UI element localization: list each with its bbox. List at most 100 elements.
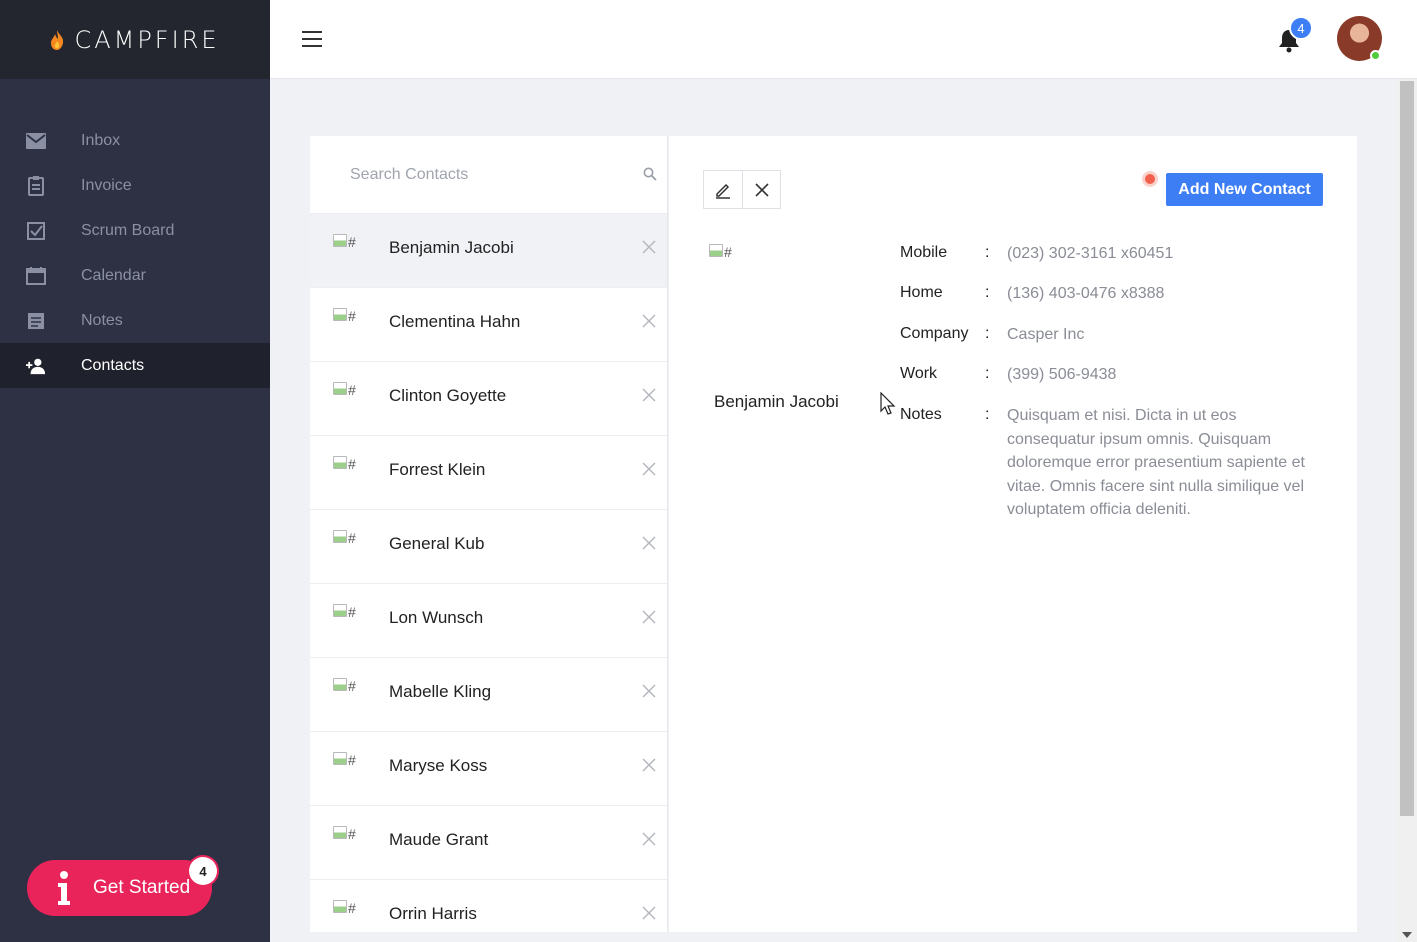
sidebar-item-inbox[interactable]: Inbox	[0, 118, 270, 163]
contact-name: Mabelle Kling	[389, 682, 492, 701]
contact-name: Clementina Hahn	[389, 312, 521, 331]
contact-name: Clinton Goyette	[389, 386, 507, 405]
sidebar-item-label: Contacts	[81, 356, 145, 374]
contact-thumbnail: #	[333, 900, 356, 916]
field-label-work: Work	[900, 365, 938, 382]
contact-name: Orrin Harris	[389, 904, 477, 923]
contact-thumbnail: #	[333, 604, 356, 620]
search-icon[interactable]	[643, 167, 657, 181]
notebook-icon	[26, 311, 46, 331]
contact-name: Maude Grant	[389, 830, 489, 849]
brand[interactable]: CAMPFIRE	[0, 0, 270, 79]
contact-list-item[interactable]: # Maryse Koss	[310, 732, 667, 806]
contact-list-item[interactable]: # Benjamin Jacobi	[310, 214, 667, 288]
field-separator: :	[985, 406, 990, 423]
delete-contact-icon[interactable]	[642, 314, 656, 328]
field-separator: :	[985, 365, 990, 382]
contact-thumbnail: #	[333, 826, 356, 842]
contact-detail-name: Benjamin Jacobi	[714, 392, 839, 411]
contact-list: # Benjamin Jacobi # Clementina Hahn # Clinton…	[310, 214, 667, 932]
contact-thumbnail: #	[333, 456, 356, 472]
sidebar-item-label: Inbox	[81, 131, 121, 149]
sidebar-item-label: Scrum Board	[81, 221, 175, 239]
contact-list-item[interactable]: # Maude Grant	[310, 806, 667, 880]
delete-contact-icon[interactable]	[642, 906, 656, 920]
contact-list-item[interactable]: # General Kub	[310, 510, 667, 584]
delete-contact-icon[interactable]	[642, 536, 656, 550]
close-detail-button[interactable]	[742, 171, 780, 208]
contact-list-item[interactable]: # Lon Wunsch	[310, 584, 667, 658]
contact-list-item[interactable]: # Mabelle Kling	[310, 658, 667, 732]
search-bar	[310, 136, 667, 214]
field-value-company: Casper Inc	[1007, 326, 1085, 343]
contact-thumbnail: #	[333, 382, 356, 398]
contact-name: Benjamin Jacobi	[389, 238, 514, 257]
topbar: 4	[270, 0, 1417, 79]
sidebar-item-calendar[interactable]: Calendar	[0, 253, 270, 298]
info-icon	[49, 871, 79, 905]
flame-icon	[51, 29, 64, 50]
calendar-icon	[26, 266, 46, 286]
contact-list-item[interactable]: # Clinton Goyette	[310, 362, 667, 436]
contact-thumbnail: #	[333, 308, 356, 324]
sidebar-nav: Inbox Invoice Scrum Board Calendar Notes	[0, 118, 270, 388]
field-separator: :	[985, 244, 990, 261]
sidebar-item-scrum-board[interactable]: Scrum Board	[0, 208, 270, 253]
delete-contact-icon[interactable]	[642, 758, 656, 772]
field-value-notes: Quisquam et nisi. Dicta in ut eos conseq…	[1007, 407, 1305, 518]
field-label-notes: Notes	[900, 406, 942, 423]
contact-thumbnail: #	[333, 678, 356, 694]
contact-thumbnail: #	[333, 234, 356, 250]
get-started-label: Get Started	[93, 877, 191, 898]
field-value-mobile: (023) 302-3161 x60451	[1007, 245, 1174, 262]
sidebar-item-label: Invoice	[81, 176, 132, 194]
menu-icon[interactable]	[302, 31, 322, 47]
contact-list-item[interactable]: # Orrin Harris	[310, 880, 667, 932]
field-value-home: (136) 403-0476 x8388	[1007, 285, 1165, 302]
field-label-home: Home	[900, 284, 943, 301]
online-status-dot	[1370, 50, 1381, 61]
add-new-contact-button[interactable]: Add New Contact	[1166, 173, 1323, 206]
contact-name: Maryse Koss	[389, 756, 488, 775]
field-label-mobile: Mobile	[900, 244, 948, 261]
delete-contact-icon[interactable]	[642, 610, 656, 624]
get-started-badge: 4	[189, 857, 217, 885]
checkbox-icon	[26, 221, 46, 241]
contact-photo: #	[709, 244, 732, 260]
contact-name: Forrest Klein	[389, 460, 486, 479]
sidebar-item-invoice[interactable]: Invoice	[0, 163, 270, 208]
mouse-cursor-icon	[880, 392, 896, 415]
field-value-work: (399) 506-9438	[1007, 366, 1117, 383]
delete-contact-icon[interactable]	[642, 462, 656, 476]
delete-contact-icon[interactable]	[642, 240, 656, 254]
mail-icon	[26, 131, 46, 151]
scrollbar-thumb[interactable]	[1400, 81, 1414, 816]
contact-name: General Kub	[389, 534, 485, 553]
sidebar-item-label: Calendar	[81, 266, 146, 284]
field-label-company: Company	[900, 325, 969, 342]
delete-contact-icon[interactable]	[642, 388, 656, 402]
pulse-indicator	[1142, 171, 1158, 187]
sidebar-item-label: Notes	[81, 311, 123, 329]
notification-badge: 4	[1289, 16, 1313, 40]
scroll-down-arrow-icon[interactable]	[1402, 932, 1412, 938]
field-separator: :	[985, 325, 990, 342]
contact-name: Lon Wunsch	[389, 608, 484, 627]
field-separator: :	[985, 284, 990, 301]
delete-contact-icon[interactable]	[642, 684, 656, 698]
close-icon	[754, 182, 769, 197]
detail-toolbar	[703, 170, 781, 209]
page-scrollbar[interactable]	[1397, 79, 1417, 942]
add-user-icon	[26, 356, 46, 376]
contact-thumbnail: #	[333, 530, 356, 546]
get-started-button[interactable]: Get Started 4	[27, 857, 217, 916]
edit-button[interactable]	[704, 171, 742, 208]
pencil-icon	[716, 183, 730, 199]
contact-list-item[interactable]: # Forrest Klein	[310, 436, 667, 510]
search-input[interactable]	[350, 162, 630, 188]
sidebar-item-contacts[interactable]: Contacts	[0, 343, 270, 388]
brand-name: CAMPFIRE	[74, 25, 220, 54]
sidebar-item-notes[interactable]: Notes	[0, 298, 270, 343]
delete-contact-icon[interactable]	[642, 832, 656, 846]
contact-list-item[interactable]: # Clementina Hahn	[310, 288, 667, 362]
